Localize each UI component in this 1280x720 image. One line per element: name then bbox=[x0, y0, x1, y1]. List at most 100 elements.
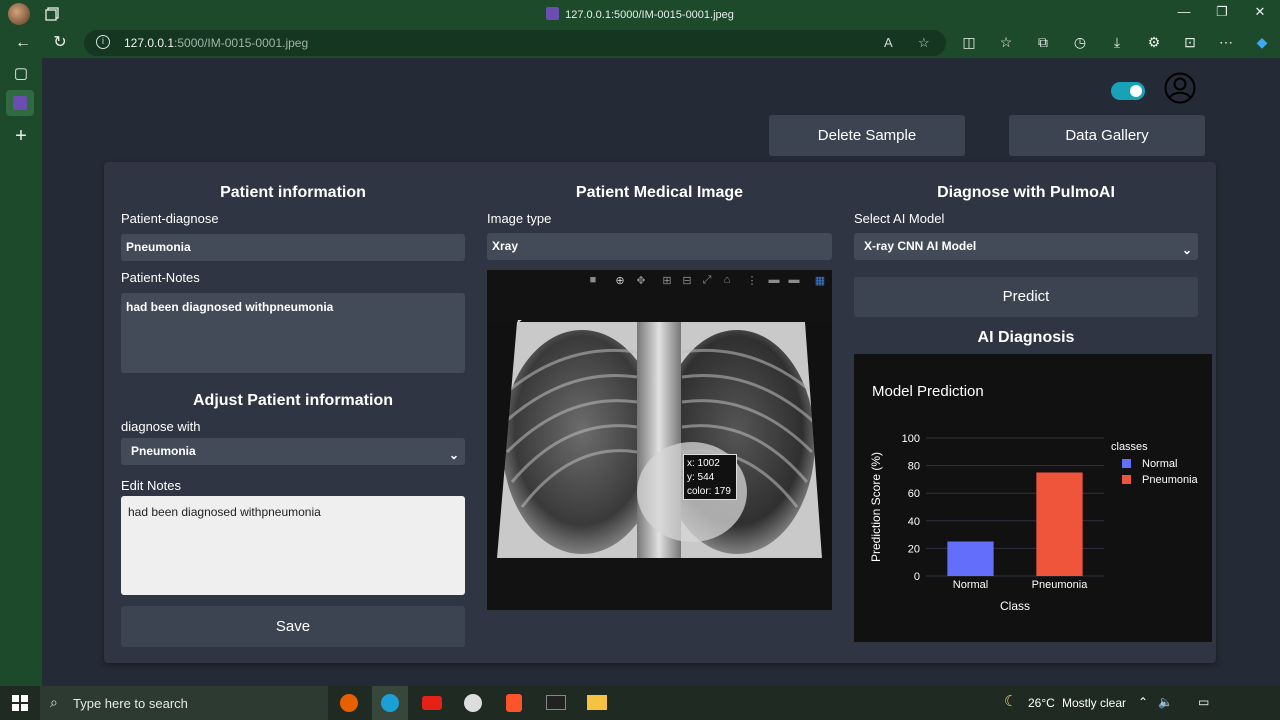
youtube-icon[interactable] bbox=[422, 696, 442, 710]
hover-y: y: 544 bbox=[687, 472, 715, 483]
prediction-chart: Model Prediction 0 20 40 60 80 100 Normal Pneumo… bbox=[854, 354, 1212, 642]
taskbar-search[interactable]: ⌕ Type here to search bbox=[40, 686, 328, 720]
copilot-icon[interactable]: ◆ bbox=[1252, 34, 1272, 51]
select-model-label: Select AI Model bbox=[854, 211, 945, 226]
collections-icon[interactable]: ⧉ bbox=[1033, 34, 1053, 51]
legend-swatch bbox=[1122, 475, 1131, 484]
close-icon[interactable]: ✕ bbox=[1242, 4, 1278, 20]
image-type-label: Image type bbox=[487, 211, 552, 226]
diagnose-title: Diagnose with PulmoAI bbox=[937, 184, 1115, 201]
read-aloud-icon[interactable]: A bbox=[884, 35, 893, 50]
chevron-up-icon[interactable]: ⌃ bbox=[1138, 695, 1148, 709]
vertical-tabs-sidebar: ▢ + bbox=[0, 58, 42, 686]
legend-label: Pneumonia bbox=[1142, 474, 1199, 486]
tab-panel-icon[interactable]: ▢ bbox=[11, 64, 31, 84]
hover-compare-icon[interactable]: ▬ bbox=[787, 274, 801, 286]
y-axis-label: Prediction Score (%) bbox=[869, 452, 883, 562]
app-page: Delete Sample Data Gallery Patient infor… bbox=[42, 58, 1280, 686]
y-tick-label: 80 bbox=[908, 461, 920, 473]
patient-diagnose-label: Patient-diagnose bbox=[121, 211, 219, 226]
taskbar: ⌕ Type here to search 26°C Mostly clear … bbox=[0, 686, 1280, 720]
notification-icon[interactable]: ▭ bbox=[1198, 695, 1209, 709]
site-info-icon[interactable]: i bbox=[96, 35, 110, 49]
search-placeholder: Type here to search bbox=[73, 696, 188, 711]
y-tick-label: 60 bbox=[908, 488, 920, 500]
edit-notes-label: Edit Notes bbox=[121, 478, 181, 493]
spike-lines-icon[interactable]: ⋮ bbox=[745, 274, 759, 287]
browser-title-bar: 127.0.0.1:5000/IM-0015-0001.jpeg — ❐ ✕ bbox=[0, 0, 1280, 28]
image-viewer[interactable]: ■ ⊕ ✥ ⊞ ⊟ ⤢ ⌂ ⋮ ▬ ▬ ▦ ↖ bbox=[487, 270, 832, 610]
hover-tooltip: x: 1002 y: 544 color: 179 bbox=[683, 454, 737, 500]
delete-sample-button[interactable]: Delete Sample bbox=[769, 115, 965, 156]
split-screen-icon[interactable]: ◫ bbox=[959, 34, 979, 51]
site-favicon-icon bbox=[546, 7, 560, 20]
weather-text[interactable]: Mostly clear bbox=[1062, 696, 1126, 710]
predict-button[interactable]: Predict bbox=[854, 277, 1198, 317]
favorites-icon[interactable]: ☆ bbox=[996, 34, 1016, 51]
patient-info-title: Patient information bbox=[220, 184, 366, 201]
ai-diagnosis-title: AI Diagnosis bbox=[977, 329, 1075, 346]
patient-notes-label: Patient-Notes bbox=[121, 270, 200, 285]
download-icon[interactable]: ⤓ bbox=[1107, 34, 1127, 51]
bar-pneumonia bbox=[1036, 472, 1083, 576]
clock-app-icon[interactable] bbox=[464, 694, 482, 712]
hover-closest-icon[interactable]: ▬ bbox=[767, 274, 781, 286]
toggle-knob bbox=[1130, 85, 1142, 97]
data-gallery-button[interactable]: Data Gallery bbox=[1009, 115, 1205, 156]
weather-temp[interactable]: 26°C bbox=[1028, 696, 1055, 710]
history-icon[interactable]: ◷ bbox=[1070, 34, 1090, 51]
zoom-in-icon[interactable]: ⊞ bbox=[660, 274, 674, 287]
new-tab-icon[interactable]: + bbox=[11, 126, 31, 146]
user-account-icon[interactable] bbox=[1164, 72, 1196, 104]
site-favicon-icon bbox=[13, 96, 27, 110]
autoscale-icon[interactable]: ⤢ bbox=[700, 274, 714, 287]
x-tick-label: Normal bbox=[953, 579, 988, 591]
patient-diagnose-field: Pneumonia bbox=[121, 234, 465, 261]
brave-icon[interactable] bbox=[506, 694, 522, 712]
x-tick-label: Pneumonia bbox=[1032, 579, 1089, 591]
back-icon[interactable]: ← bbox=[14, 34, 32, 52]
zoom-out-icon[interactable]: ⊟ bbox=[680, 274, 694, 287]
firefox-icon[interactable] bbox=[340, 694, 358, 712]
legend-label: Normal bbox=[1142, 458, 1177, 470]
hover-color: color: 179 bbox=[687, 486, 731, 497]
xray-image: x: 1002 y: 544 color: 179 bbox=[487, 322, 832, 558]
y-tick-label: 100 bbox=[902, 433, 920, 445]
chart-title: Model Prediction bbox=[872, 383, 984, 400]
tab-title[interactable]: 127.0.0.1:5000/IM-0015-0001.jpeg bbox=[0, 7, 1280, 21]
active-tab[interactable] bbox=[6, 90, 34, 116]
windows-start-icon[interactable] bbox=[12, 695, 28, 711]
legend-swatch bbox=[1122, 459, 1131, 468]
zoom-icon[interactable]: ⊕ bbox=[613, 274, 627, 287]
volume-icon[interactable]: 🔈 bbox=[1158, 695, 1173, 709]
minimize-icon[interactable]: — bbox=[1166, 4, 1202, 19]
chest-xray-graphic bbox=[487, 322, 832, 558]
camera-icon[interactable]: ■ bbox=[586, 274, 600, 286]
plotly-logo-icon[interactable]: ▦ bbox=[813, 274, 827, 287]
file-explorer-icon[interactable] bbox=[587, 695, 607, 710]
extensions-icon[interactable]: ⚙ bbox=[1144, 34, 1164, 51]
reset-axes-icon[interactable]: ⌂ bbox=[720, 274, 734, 286]
maximize-icon[interactable]: ❐ bbox=[1204, 4, 1240, 20]
diagnose-with-select[interactable]: Pneumonia bbox=[121, 438, 465, 469]
favorite-star-icon[interactable]: ☆ bbox=[918, 35, 930, 51]
bar-normal bbox=[947, 541, 994, 576]
diagnose-with-label: diagnose with bbox=[121, 419, 201, 434]
edge-taskbar-button[interactable] bbox=[372, 686, 408, 720]
main-panel: Patient information Patient-diagnose Pne… bbox=[104, 162, 1216, 663]
y-tick-label: 20 bbox=[908, 543, 920, 555]
screenshot-icon[interactable]: ⊡ bbox=[1180, 34, 1200, 51]
theme-toggle[interactable] bbox=[1111, 82, 1145, 100]
save-button[interactable]: Save bbox=[121, 606, 465, 647]
ai-model-select[interactable]: X-ray CNN AI Model bbox=[854, 233, 1198, 264]
refresh-icon[interactable]: ↻ bbox=[51, 34, 69, 52]
address-bar[interactable]: i 127.0.0.1:5000/IM-0015-0001.jpeg A ☆ bbox=[84, 30, 946, 56]
search-icon: ⌕ bbox=[50, 694, 58, 710]
y-tick-label: 40 bbox=[908, 516, 920, 528]
terminal-icon[interactable] bbox=[546, 695, 566, 710]
pan-icon[interactable]: ✥ bbox=[634, 274, 648, 287]
more-menu-icon[interactable]: ⋯ bbox=[1216, 34, 1236, 51]
medical-image-title: Patient Medical Image bbox=[575, 184, 744, 201]
y-tick-label: 0 bbox=[914, 571, 920, 583]
edit-notes-textarea[interactable]: had been diagnosed withpneumonia bbox=[121, 496, 465, 595]
